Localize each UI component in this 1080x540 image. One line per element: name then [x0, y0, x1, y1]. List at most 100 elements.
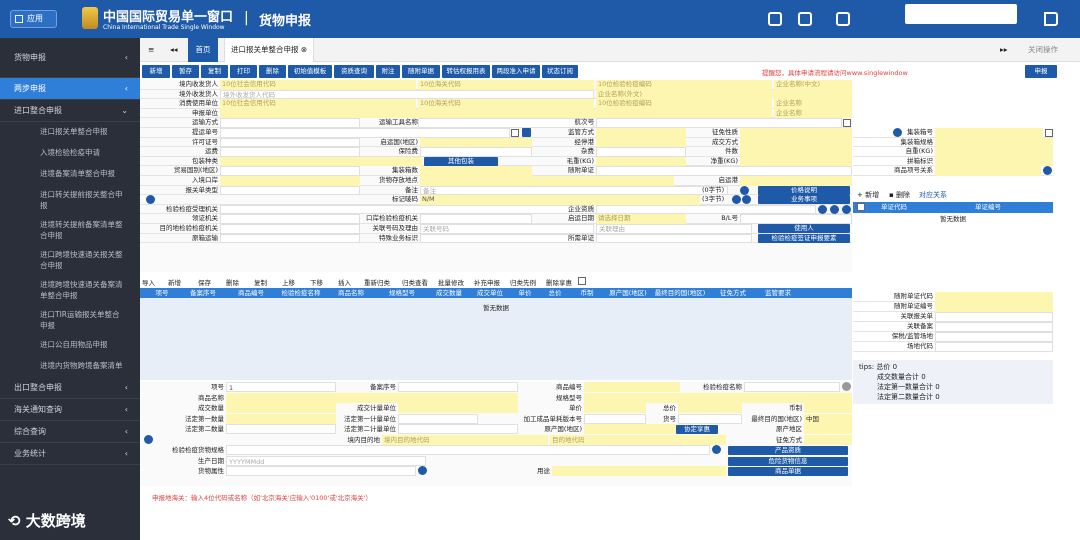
input[interactable]: 10位海关代码	[418, 80, 594, 90]
input[interactable]	[420, 166, 532, 176]
input[interactable]	[935, 292, 1053, 302]
sidebar-item[interactable]: 入境检验检疫申请	[0, 143, 140, 164]
goods-toolbar-button[interactable]: 导入	[142, 277, 155, 287]
input[interactable]	[935, 156, 1053, 167]
column-header[interactable]: 项号	[144, 288, 180, 298]
product-qualification-button[interactable]: 产品资质	[728, 446, 848, 455]
input[interactable]: 企业名称(外文)	[596, 89, 852, 100]
column-header[interactable]: 单价	[510, 288, 540, 298]
input[interactable]	[420, 147, 532, 157]
destination-code-input[interactable]: 境内目的地代码	[382, 434, 548, 445]
input[interactable]	[596, 166, 852, 176]
goods-toolbar-button[interactable]: 归类先例	[510, 277, 536, 287]
input[interactable]	[420, 176, 674, 186]
sidebar-top[interactable]: 货物申报 ‹	[0, 38, 140, 78]
destination-name-input[interactable]: 目的地代码	[550, 434, 726, 445]
related-number-input[interactable]: 关联号码	[420, 224, 594, 234]
minus-icon[interactable]	[842, 382, 851, 391]
declare-button[interactable]: 申报	[1025, 65, 1057, 78]
minus-icon[interactable]	[418, 466, 427, 475]
more-icon[interactable]	[842, 204, 851, 214]
business-items-button[interactable]: 业务事项	[758, 195, 850, 205]
sidebar-item[interactable]: 出口整合申报 ‹	[0, 377, 140, 399]
input[interactable]: 10位检验检疫编码	[596, 99, 772, 109]
toolbar-button[interactable]: 资质查询	[334, 65, 374, 78]
input[interactable]	[935, 166, 1041, 176]
column-header[interactable]: 征免方式	[708, 288, 758, 298]
input[interactable]	[740, 176, 852, 186]
goods-toolbar-button[interactable]: 删除	[226, 277, 239, 287]
relation-link[interactable]: 对应关系	[919, 190, 947, 200]
production-date-input[interactable]: YYYYMMdd	[226, 455, 426, 466]
input[interactable]	[220, 214, 360, 224]
toolbar-button[interactable]: 随附单据	[402, 65, 440, 78]
toolbar-button[interactable]: 初始值模板	[288, 65, 332, 78]
column-header[interactable]: 成交单位	[470, 288, 510, 298]
input[interactable]	[596, 118, 842, 128]
checkbox[interactable]	[511, 129, 519, 137]
minus-icon[interactable]	[818, 204, 827, 214]
input[interactable]	[935, 137, 1053, 148]
tab-home[interactable]: 首页	[188, 38, 218, 62]
goods-toolbar-button[interactable]: 补充申报	[474, 277, 500, 287]
destination-input[interactable]: 中国	[804, 413, 852, 424]
sidebar-item[interactable]: 业务统计 ‹	[0, 443, 140, 465]
help-icon[interactable]	[836, 12, 850, 26]
input[interactable]	[220, 128, 510, 138]
date-input[interactable]: 请选择日期	[596, 214, 686, 224]
sidebar-item[interactable]: 进境跨境快速通关备案清单整合申报	[0, 275, 140, 305]
app-menu-button[interactable]: 应用	[10, 10, 57, 28]
minus-icon[interactable]	[1043, 166, 1052, 176]
input[interactable]	[740, 214, 852, 224]
input[interactable]	[584, 382, 680, 392]
goods-documents-button[interactable]: 商品单据	[728, 467, 848, 476]
input[interactable]	[220, 108, 772, 119]
close-ops-menu[interactable]: 关闭操作	[1028, 38, 1058, 62]
sidebar-item[interactable]: 海关通知查询 ‹	[0, 399, 140, 421]
goods-toolbar-button[interactable]: 删除享惠	[546, 277, 572, 287]
input[interactable]	[220, 156, 422, 167]
sidebar-item[interactable]: 进口报关单整合申报	[0, 122, 140, 143]
sidebar-item[interactable]: 进口整合申报 ⌄	[0, 100, 140, 122]
column-header[interactable]: 备案序号	[180, 288, 226, 298]
input[interactable]: 企业名称(中文)	[774, 80, 852, 90]
goods-toolbar-button[interactable]: 复制	[254, 277, 267, 287]
toolbar-button[interactable]: 附注	[376, 65, 400, 78]
user-info-box[interactable]	[905, 4, 1017, 24]
input[interactable]	[220, 166, 360, 176]
related-reason-input[interactable]: 关联理由	[596, 224, 752, 234]
sidebar-item[interactable]: 进口公自用物品申报	[0, 335, 140, 356]
input[interactable]: 境外收发货人代码	[220, 89, 594, 100]
checkbox[interactable]	[843, 119, 851, 128]
expand-icon[interactable]	[146, 195, 155, 205]
input[interactable]	[398, 424, 518, 434]
input[interactable]	[398, 413, 478, 424]
input[interactable]	[226, 424, 336, 434]
toolbar-button[interactable]: 转估权报用表	[442, 65, 490, 78]
help-icon[interactable]	[742, 195, 751, 205]
price-note-button[interactable]: 价格说明	[758, 185, 850, 195]
column-header[interactable]: 原产国(地区)	[604, 288, 652, 298]
goods-toolbar-button[interactable]: 重新归类	[364, 277, 390, 287]
column-header[interactable]: 成交数量	[428, 288, 470, 298]
toolbar-button[interactable]: 复制	[201, 65, 228, 78]
input[interactable]	[596, 128, 686, 138]
logout-icon[interactable]	[1044, 12, 1058, 26]
input[interactable]	[740, 128, 852, 138]
checkbox[interactable]	[1045, 129, 1053, 137]
input[interactable]	[740, 147, 852, 157]
item-no-input[interactable]: 1	[226, 382, 336, 392]
notice-icon[interactable]	[798, 12, 812, 26]
add-icon[interactable]	[830, 204, 839, 214]
goods-toolbar-button[interactable]: 新增	[168, 277, 181, 287]
input[interactable]	[420, 137, 532, 148]
toolbar-button[interactable]: 两段准入申请	[492, 65, 540, 78]
input[interactable]	[804, 424, 852, 434]
dangerous-goods-button[interactable]: 危险货物信息	[728, 456, 848, 466]
input[interactable]	[678, 403, 742, 413]
input[interactable]	[584, 413, 646, 424]
expand-icon[interactable]	[144, 434, 153, 444]
tab-current[interactable]: 进口报关单整合申报 ⊗	[224, 38, 315, 62]
input[interactable]	[935, 147, 1053, 157]
input[interactable]	[596, 147, 686, 157]
